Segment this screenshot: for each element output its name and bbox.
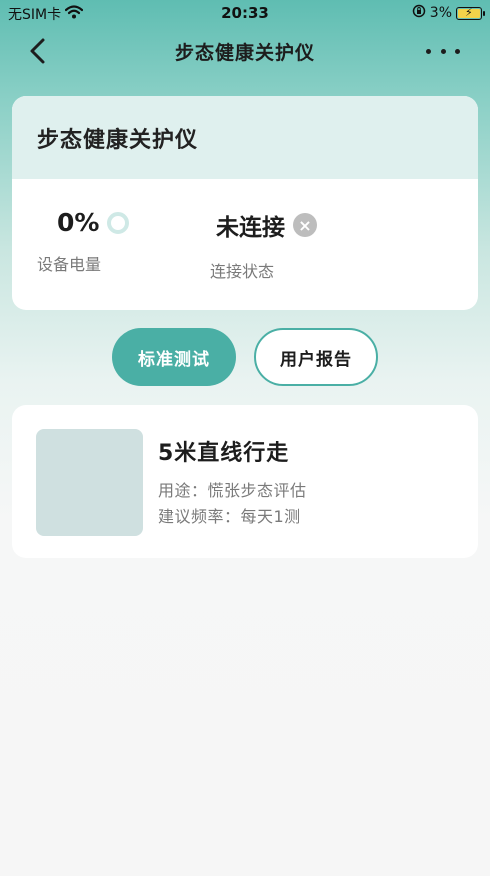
status-bar: 无SIM卡 20:33 3% ⚡ [0,0,490,26]
test-card[interactable]: 5米直线行走 用途：慌张步态评估 建议频率：每天1测 [12,405,478,558]
tab-user-report[interactable]: 用户报告 [254,328,378,386]
more-button[interactable] [426,40,460,62]
page-title: 步态健康关护仪 [174,42,315,64]
ring-icon [107,211,130,234]
tab-standard-test[interactable]: 标准测试 [112,328,236,386]
more-dots-icon [426,48,431,54]
connection-metric: 未连接 × 连接状态 [210,208,317,282]
close-circle-icon: × [293,213,317,237]
test-frequency: 建议频率：每天1测 [158,507,301,526]
connection-value: 未连接 [216,215,285,241]
battery-charging-icon: ⚡ [456,6,485,20]
device-card: 步态健康关护仪 0% 设备电量 未连接 × 连接状态 [12,96,478,310]
test-usage: 用途：慌张步态评估 [158,481,307,500]
battery-label: 设备电量 [37,255,102,274]
test-thumbnail [36,429,143,536]
battery-value: 0% [57,208,100,237]
battery-percent: 3% [429,5,452,21]
nav-bar: 步态健康关护仪 [0,26,490,76]
test-title: 5米直线行走 [158,441,290,466]
status-bar-right: 3% ⚡ [412,4,485,22]
battery-metric: 0% 设备电量 [37,208,130,275]
device-card-title: 步态健康关护仪 [12,96,478,179]
connection-label: 连接状态 [210,262,275,281]
orientation-lock-icon [412,4,426,22]
